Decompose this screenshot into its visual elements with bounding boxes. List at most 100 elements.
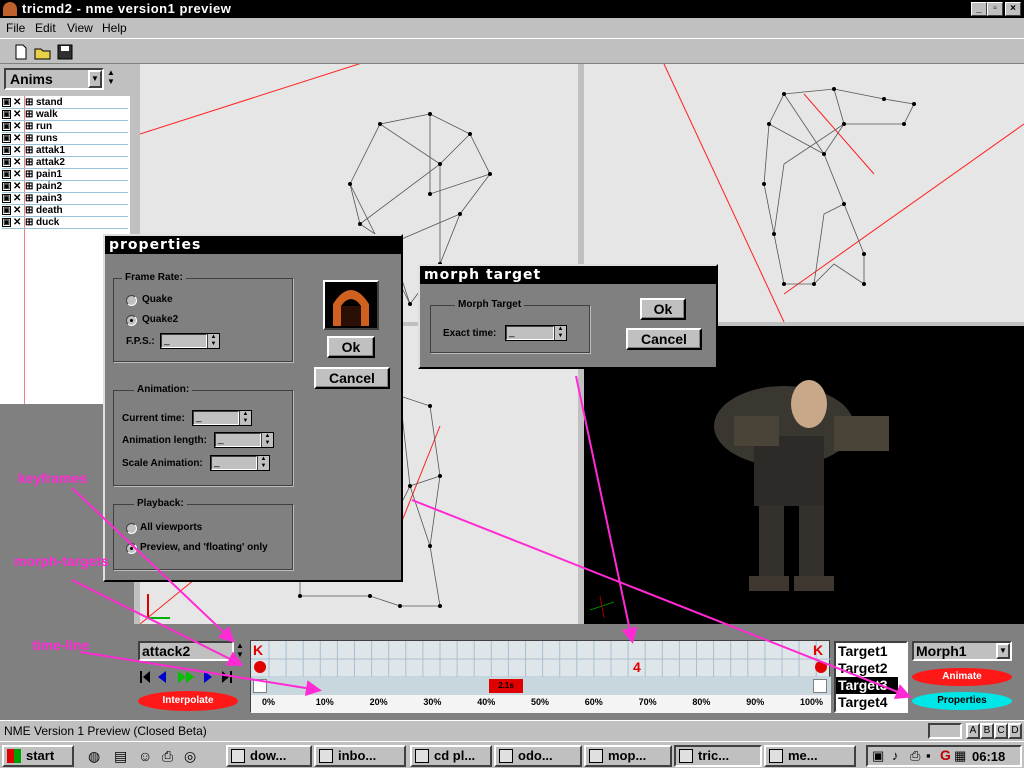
- expand-icon[interactable]: ⊞: [25, 121, 33, 132]
- list-item[interactable]: ▣ ✕ ⊞ walk: [2, 109, 128, 121]
- morph-target-marker-end[interactable]: [815, 661, 827, 673]
- delete-x-icon[interactable]: ✕: [13, 145, 21, 156]
- list-item[interactable]: ▣ ✕ ⊞ pain1: [2, 169, 128, 181]
- open-folder-icon[interactable]: [32, 42, 54, 62]
- scale-animation-spinner[interactable]: _ ▲ ▼: [210, 455, 270, 471]
- printer-tray-icon[interactable]: ⎙: [910, 748, 920, 764]
- list-item[interactable]: ▣ ✕ ⊞ duck: [2, 217, 128, 229]
- network-icon[interactable]: ▦: [954, 748, 966, 764]
- minimize-button[interactable]: _: [971, 2, 987, 16]
- animate-button[interactable]: Animate: [912, 668, 1012, 686]
- delete-x-icon[interactable]: ✕: [13, 133, 21, 144]
- checkbox-icon[interactable]: ▣: [2, 146, 11, 155]
- expand-icon[interactable]: ⊞: [25, 145, 33, 156]
- scroll-arrows-icon[interactable]: ▲ ▼: [107, 68, 115, 86]
- taskbar-button[interactable]: inbo...: [314, 745, 406, 767]
- quake2-radio[interactable]: [126, 315, 137, 326]
- new-file-icon[interactable]: [10, 42, 32, 62]
- spinner-arrows-icon[interactable]: ▲ ▼: [257, 456, 269, 470]
- antivirus-icon[interactable]: G: [940, 747, 951, 763]
- all-viewports-radio[interactable]: [126, 523, 137, 534]
- checkbox-icon[interactable]: ▣: [2, 206, 11, 215]
- list-item[interactable]: ▣ ✕ ⊞ stand: [2, 97, 128, 109]
- properties-button[interactable]: Properties: [912, 692, 1012, 710]
- list-item[interactable]: ▣ ✕ ⊞ pain2: [2, 181, 128, 193]
- animation-length-field[interactable]: _: [215, 433, 261, 447]
- scale-animation-field[interactable]: _: [211, 456, 257, 470]
- expand-icon[interactable]: ⊞: [25, 217, 33, 228]
- taskbar-button[interactable]: dow...: [226, 745, 312, 767]
- timeline-start-handle[interactable]: [253, 679, 267, 693]
- delete-x-icon[interactable]: ✕: [13, 121, 21, 132]
- list-item[interactable]: ▣ ✕ ⊞ attak2: [2, 157, 128, 169]
- lock-icon[interactable]: ▪: [926, 748, 931, 763]
- morph-target-marker[interactable]: 4: [633, 659, 641, 675]
- preview-floating-radio[interactable]: [126, 543, 137, 554]
- delete-x-icon[interactable]: ✕: [13, 157, 21, 168]
- scroll-arrows-icon[interactable]: ▲ ▼: [236, 641, 244, 659]
- delete-x-icon[interactable]: ✕: [13, 109, 21, 120]
- list-item[interactable]: ▣ ✕ ⊞ run: [2, 121, 128, 133]
- list-item[interactable]: ▣ ✕ ⊞ death: [2, 205, 128, 217]
- checkbox-icon[interactable]: ▣: [2, 134, 11, 143]
- monitor-icon[interactable]: ▣: [872, 748, 884, 764]
- desktop-icon[interactable]: ▤: [114, 748, 127, 765]
- spinner-arrows-icon[interactable]: ▲ ▼: [554, 326, 566, 340]
- printer-icon[interactable]: ⎙: [162, 748, 173, 765]
- current-time-spinner[interactable]: _ ▲ ▼: [192, 410, 252, 426]
- start-button[interactable]: start: [2, 745, 74, 767]
- morph-ok-button[interactable]: Ok: [640, 298, 686, 320]
- delete-x-icon[interactable]: ✕: [13, 217, 21, 228]
- checkbox-icon[interactable]: ▣: [2, 110, 11, 119]
- save-disk-icon[interactable]: [54, 42, 76, 62]
- expand-icon[interactable]: ⊞: [25, 157, 33, 168]
- delete-x-icon[interactable]: ✕: [13, 169, 21, 180]
- menu-file[interactable]: File: [6, 21, 25, 35]
- user-icon[interactable]: ☺: [138, 748, 152, 764]
- morph-target-marker-start[interactable]: [254, 661, 266, 673]
- volume-icon[interactable]: ♪: [892, 748, 899, 763]
- checkbox-icon[interactable]: ▣: [2, 122, 11, 131]
- checkbox-icon[interactable]: ▣: [2, 170, 11, 179]
- menu-view[interactable]: View: [67, 21, 93, 35]
- taskbar-button[interactable]: me...: [764, 745, 856, 767]
- expand-icon[interactable]: ⊞: [25, 133, 33, 144]
- timeline-end-handle[interactable]: [813, 679, 827, 693]
- list-item[interactable]: ▣ ✕ ⊞ pain3: [2, 193, 128, 205]
- checkbox-icon[interactable]: ▣: [2, 218, 11, 227]
- expand-icon[interactable]: ⊞: [25, 205, 33, 216]
- anim-select-dropdown[interactable]: attack2: [138, 641, 234, 661]
- quake-radio[interactable]: [126, 295, 137, 306]
- expand-icon[interactable]: ⊞: [25, 193, 33, 204]
- expand-icon[interactable]: ⊞: [25, 109, 33, 120]
- close-button[interactable]: ×: [1005, 2, 1021, 16]
- spinner-arrows-icon[interactable]: ▲ ▼: [261, 433, 273, 447]
- targets-list[interactable]: Target1 Target2 Target3 Target4: [834, 641, 908, 713]
- checkbox-icon[interactable]: ▣: [2, 194, 11, 203]
- time-cursor[interactable]: 2.1s: [489, 679, 523, 693]
- fps-field[interactable]: _: [161, 334, 207, 348]
- checkbox-icon[interactable]: ▣: [2, 98, 11, 107]
- delete-x-icon[interactable]: ✕: [13, 97, 21, 108]
- taskbar-button[interactable]: cd pl...: [410, 745, 492, 767]
- keyframe-marker-start[interactable]: K: [253, 642, 263, 658]
- animation-length-spinner[interactable]: _ ▲ ▼: [214, 432, 274, 448]
- target-item[interactable]: Target4: [836, 694, 898, 711]
- expand-icon[interactable]: ⊞: [25, 169, 33, 180]
- taskbar-button[interactable]: odo...: [494, 745, 582, 767]
- morph-select-dropdown[interactable]: Morph1 ▼: [912, 641, 1012, 661]
- taskbar-button[interactable]: mop...: [584, 745, 672, 767]
- menu-help[interactable]: Help: [102, 21, 127, 35]
- spinner-arrows-icon[interactable]: ▲ ▼: [207, 334, 219, 348]
- expand-icon[interactable]: ⊞: [25, 181, 33, 192]
- morph-cancel-button[interactable]: Cancel: [626, 328, 702, 350]
- taskbar-button[interactable]: tric...: [674, 745, 762, 767]
- disc-icon[interactable]: ◎: [184, 748, 196, 765]
- current-time-field[interactable]: _: [193, 411, 239, 425]
- checkbox-icon[interactable]: ▣: [2, 158, 11, 167]
- target-item[interactable]: Target3: [836, 677, 898, 694]
- interpolate-button[interactable]: Interpolate: [138, 691, 238, 711]
- properties-ok-button[interactable]: Ok: [327, 336, 375, 358]
- menu-edit[interactable]: Edit: [35, 21, 56, 35]
- delete-x-icon[interactable]: ✕: [13, 193, 21, 204]
